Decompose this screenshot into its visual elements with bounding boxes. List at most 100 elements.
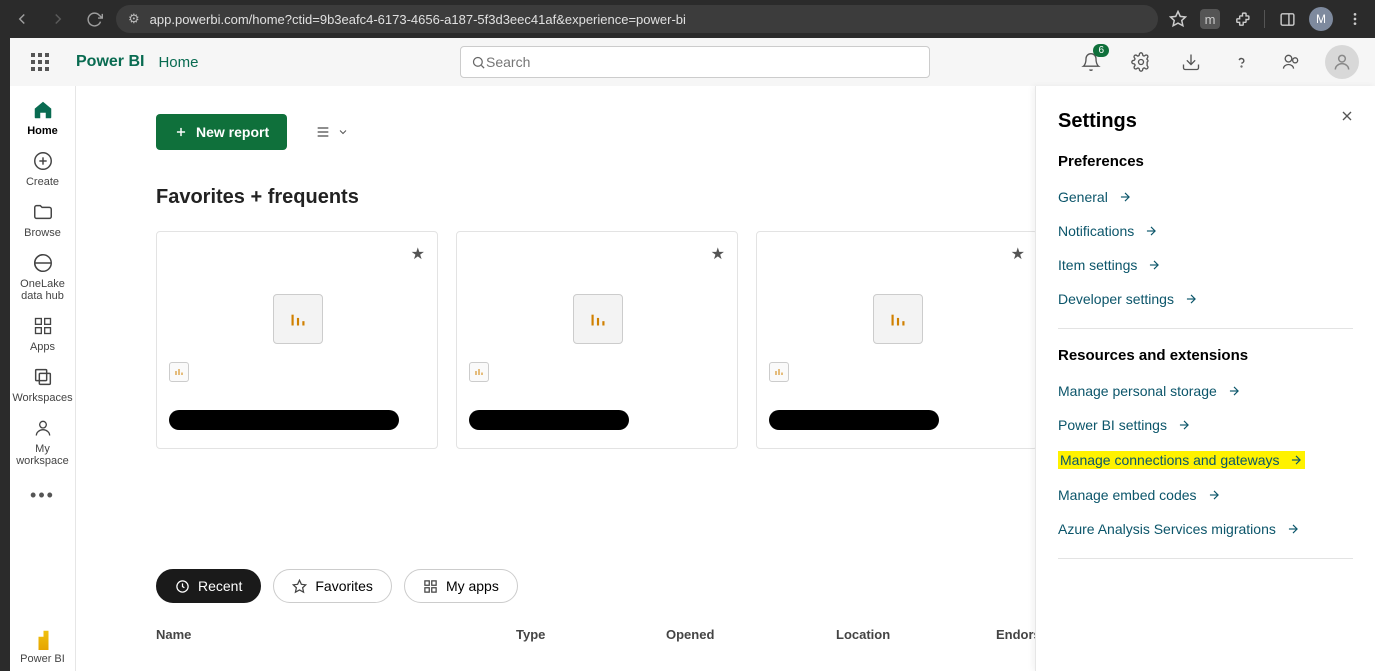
nav-workspaces[interactable]: Workspaces (10, 359, 76, 410)
favorite-star-icon[interactable]: ★ (711, 244, 725, 264)
link-azure-migrations[interactable]: Azure Analysis Services migrations (1058, 512, 1353, 546)
plus-circle-icon (31, 149, 55, 173)
address-bar[interactable]: ⚙ app.powerbi.com/home?ctid=9b3eafc4-617… (116, 5, 1158, 33)
search-icon (471, 55, 486, 70)
brand-title: Power BI (76, 53, 144, 71)
left-nav: Home Create Browse OneLake data hub Apps… (10, 86, 76, 671)
onelake-icon (31, 251, 55, 275)
report-card[interactable]: ★ (756, 231, 1038, 449)
close-panel-button[interactable] (1339, 108, 1355, 129)
search-input[interactable] (486, 54, 919, 70)
resources-heading: Resources and extensions (1058, 347, 1353, 364)
window-gutter (0, 38, 10, 671)
workspaces-icon (31, 365, 55, 389)
pill-recent[interactable]: Recent (156, 569, 261, 603)
nav-home[interactable]: Home (10, 92, 76, 143)
download-button[interactable] (1175, 46, 1207, 78)
home-icon (31, 98, 55, 122)
report-thumb-icon (573, 294, 623, 344)
person-icon (31, 416, 55, 440)
nav-label: OneLake data hub (10, 278, 76, 302)
nav-more[interactable]: ••• (30, 473, 55, 518)
col-name[interactable]: Name (156, 627, 516, 642)
apps-icon (31, 314, 55, 338)
col-opened[interactable]: Opened (666, 627, 836, 642)
nav-powerbi-switcher[interactable]: Power BI (10, 620, 76, 671)
pill-favorites[interactable]: Favorites (273, 569, 392, 603)
side-panel-icon[interactable] (1275, 7, 1299, 31)
nav-onelake[interactable]: OneLake data hub (10, 245, 76, 308)
settings-panel: Settings Preferences General Notificatio… (1035, 86, 1375, 671)
search-box[interactable] (460, 46, 930, 78)
arrow-right-icon (1207, 488, 1221, 502)
browser-toolbar: ⚙ app.powerbi.com/home?ctid=9b3eafc4-617… (0, 0, 1375, 38)
settings-gear-button[interactable] (1125, 46, 1157, 78)
nav-browse[interactable]: Browse (10, 194, 76, 245)
bookmark-star-icon[interactable] (1166, 7, 1190, 31)
notification-badge: 6 (1093, 44, 1109, 57)
nav-apps[interactable]: Apps (10, 308, 76, 359)
help-button[interactable] (1225, 46, 1257, 78)
favorite-star-icon[interactable]: ★ (1011, 244, 1025, 264)
chrome-menu-icon[interactable] (1343, 7, 1367, 31)
new-report-button[interactable]: New report (156, 114, 287, 150)
arrow-right-icon (1227, 384, 1241, 398)
app-header: Power BI Home 6 (10, 38, 1375, 86)
pill-label: Recent (198, 578, 242, 594)
redacted-title (469, 410, 629, 430)
report-card[interactable]: ★ (456, 231, 738, 449)
app-launcher-button[interactable] (22, 44, 58, 80)
arrow-right-icon (1118, 190, 1132, 204)
powerbi-logo-icon (33, 626, 53, 650)
report-type-icon (169, 362, 189, 382)
reload-button[interactable] (80, 5, 108, 33)
col-location[interactable]: Location (836, 627, 996, 642)
report-thumb-icon (273, 294, 323, 344)
link-notifications[interactable]: Notifications (1058, 214, 1353, 248)
feedback-button[interactable] (1275, 46, 1307, 78)
chrome-profile-avatar[interactable]: M (1309, 7, 1333, 31)
chevron-down-icon (337, 126, 349, 138)
nav-my-workspace[interactable]: My workspace (10, 410, 76, 473)
col-type[interactable]: Type (516, 627, 666, 642)
nav-label: Power BI (20, 653, 65, 665)
link-embed-codes[interactable]: Manage embed codes (1058, 478, 1353, 512)
extensions-icon[interactable] (1230, 7, 1254, 31)
link-connections-gateways[interactable]: Manage connections and gateways (1058, 442, 1353, 478)
link-item-settings[interactable]: Item settings (1058, 248, 1353, 282)
report-card[interactable]: ★ (156, 231, 438, 449)
extension-m-icon[interactable]: m (1200, 9, 1220, 29)
arrow-right-icon (1184, 292, 1198, 306)
breadcrumb[interactable]: Home (158, 54, 198, 71)
layout-toggle[interactable] (315, 124, 349, 140)
link-powerbi-settings[interactable]: Power BI settings (1058, 408, 1353, 442)
notifications-button[interactable]: 6 (1075, 46, 1107, 78)
nav-label: Home (27, 125, 58, 137)
panel-divider (1058, 558, 1353, 559)
divider (1264, 10, 1265, 28)
back-button[interactable] (8, 5, 36, 33)
report-type-icon (769, 362, 789, 382)
favorite-star-icon[interactable]: ★ (411, 244, 425, 264)
arrow-right-icon (1177, 418, 1191, 432)
nav-label: Create (26, 176, 59, 188)
apps-icon (423, 579, 438, 594)
report-type-icon (469, 362, 489, 382)
nav-create[interactable]: Create (10, 143, 76, 194)
arrow-right-icon (1144, 224, 1158, 238)
link-personal-storage[interactable]: Manage personal storage (1058, 374, 1353, 408)
user-avatar[interactable] (1325, 45, 1359, 79)
link-developer-settings[interactable]: Developer settings (1058, 282, 1353, 316)
pill-my-apps[interactable]: My apps (404, 569, 518, 603)
plus-icon (174, 125, 188, 139)
nav-label: Apps (30, 341, 55, 353)
arrow-right-icon (1147, 258, 1161, 272)
site-info-icon[interactable]: ⚙ (128, 11, 140, 27)
panel-title: Settings (1058, 110, 1353, 133)
arrow-right-icon (1289, 453, 1303, 467)
nav-label: Browse (24, 227, 61, 239)
forward-button[interactable] (44, 5, 72, 33)
link-general[interactable]: General (1058, 180, 1353, 214)
panel-divider (1058, 328, 1353, 329)
report-thumb-icon (873, 294, 923, 344)
